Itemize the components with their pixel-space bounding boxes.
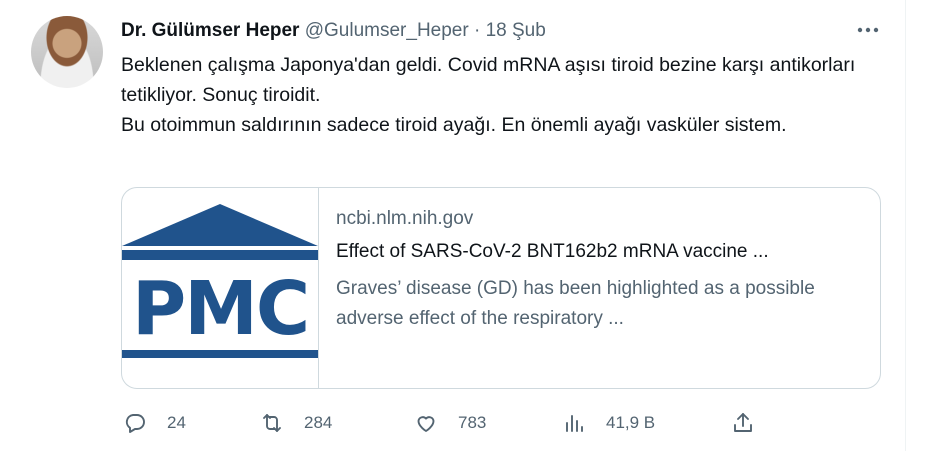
card-description: Graves’ disease (GD) has been highlighte… bbox=[336, 278, 815, 329]
author-handle[interactable]: @Gulumser_Heper bbox=[305, 20, 469, 41]
reply-count: 24 bbox=[167, 413, 186, 432]
more-icon[interactable] bbox=[855, 20, 881, 40]
share-icon bbox=[734, 413, 752, 432]
tweet-date[interactable]: 18 Şub bbox=[486, 20, 546, 41]
reply-button[interactable]: 24 bbox=[123, 408, 186, 438]
separator: · bbox=[473, 20, 481, 41]
avatar[interactable] bbox=[31, 16, 103, 88]
tweet-text: Beklenen çalışma Japonya'dan geldi. Covi… bbox=[121, 50, 881, 140]
retweet-icon bbox=[263, 414, 281, 432]
card-title: Effect of SARS-CoV-2 BNT162b2 mRNA vacci… bbox=[336, 241, 769, 262]
retweet-count: 284 bbox=[304, 413, 333, 432]
pmc-logo-text: PMC bbox=[132, 266, 310, 352]
like-icon bbox=[417, 416, 435, 432]
card-domain: ncbi.nlm.nih.gov bbox=[336, 208, 474, 229]
views-count: 41,9 B bbox=[606, 413, 656, 432]
retweet-button[interactable]: 284 bbox=[260, 408, 332, 438]
reply-icon bbox=[125, 414, 145, 433]
author-name[interactable]: Dr. Gülümser Heper bbox=[121, 20, 299, 41]
link-card[interactable]: PMC ncbi.nlm.nih.gov Effect of SARS-CoV-… bbox=[121, 187, 881, 389]
like-count: 783 bbox=[458, 413, 487, 432]
timeline-divider bbox=[905, 0, 906, 451]
tweet-actions: 24 284 783 41,9 B bbox=[121, 408, 761, 438]
tweet-header: Dr. Gülümser Heper @Gulumser_Heper · 18 … bbox=[121, 18, 546, 44]
share-button[interactable] bbox=[731, 408, 755, 438]
like-button[interactable]: 783 bbox=[414, 408, 486, 438]
views-icon bbox=[566, 415, 583, 432]
views-button[interactable]: 41,9 B bbox=[562, 408, 655, 438]
pmc-logo: PMC bbox=[122, 188, 319, 388]
tweet-text-line: Bu otoimmun saldırının sadece tiroid aya… bbox=[121, 114, 787, 136]
tweet-text-line: Beklenen çalışma Japonya'dan geldi. Covi… bbox=[121, 54, 856, 106]
